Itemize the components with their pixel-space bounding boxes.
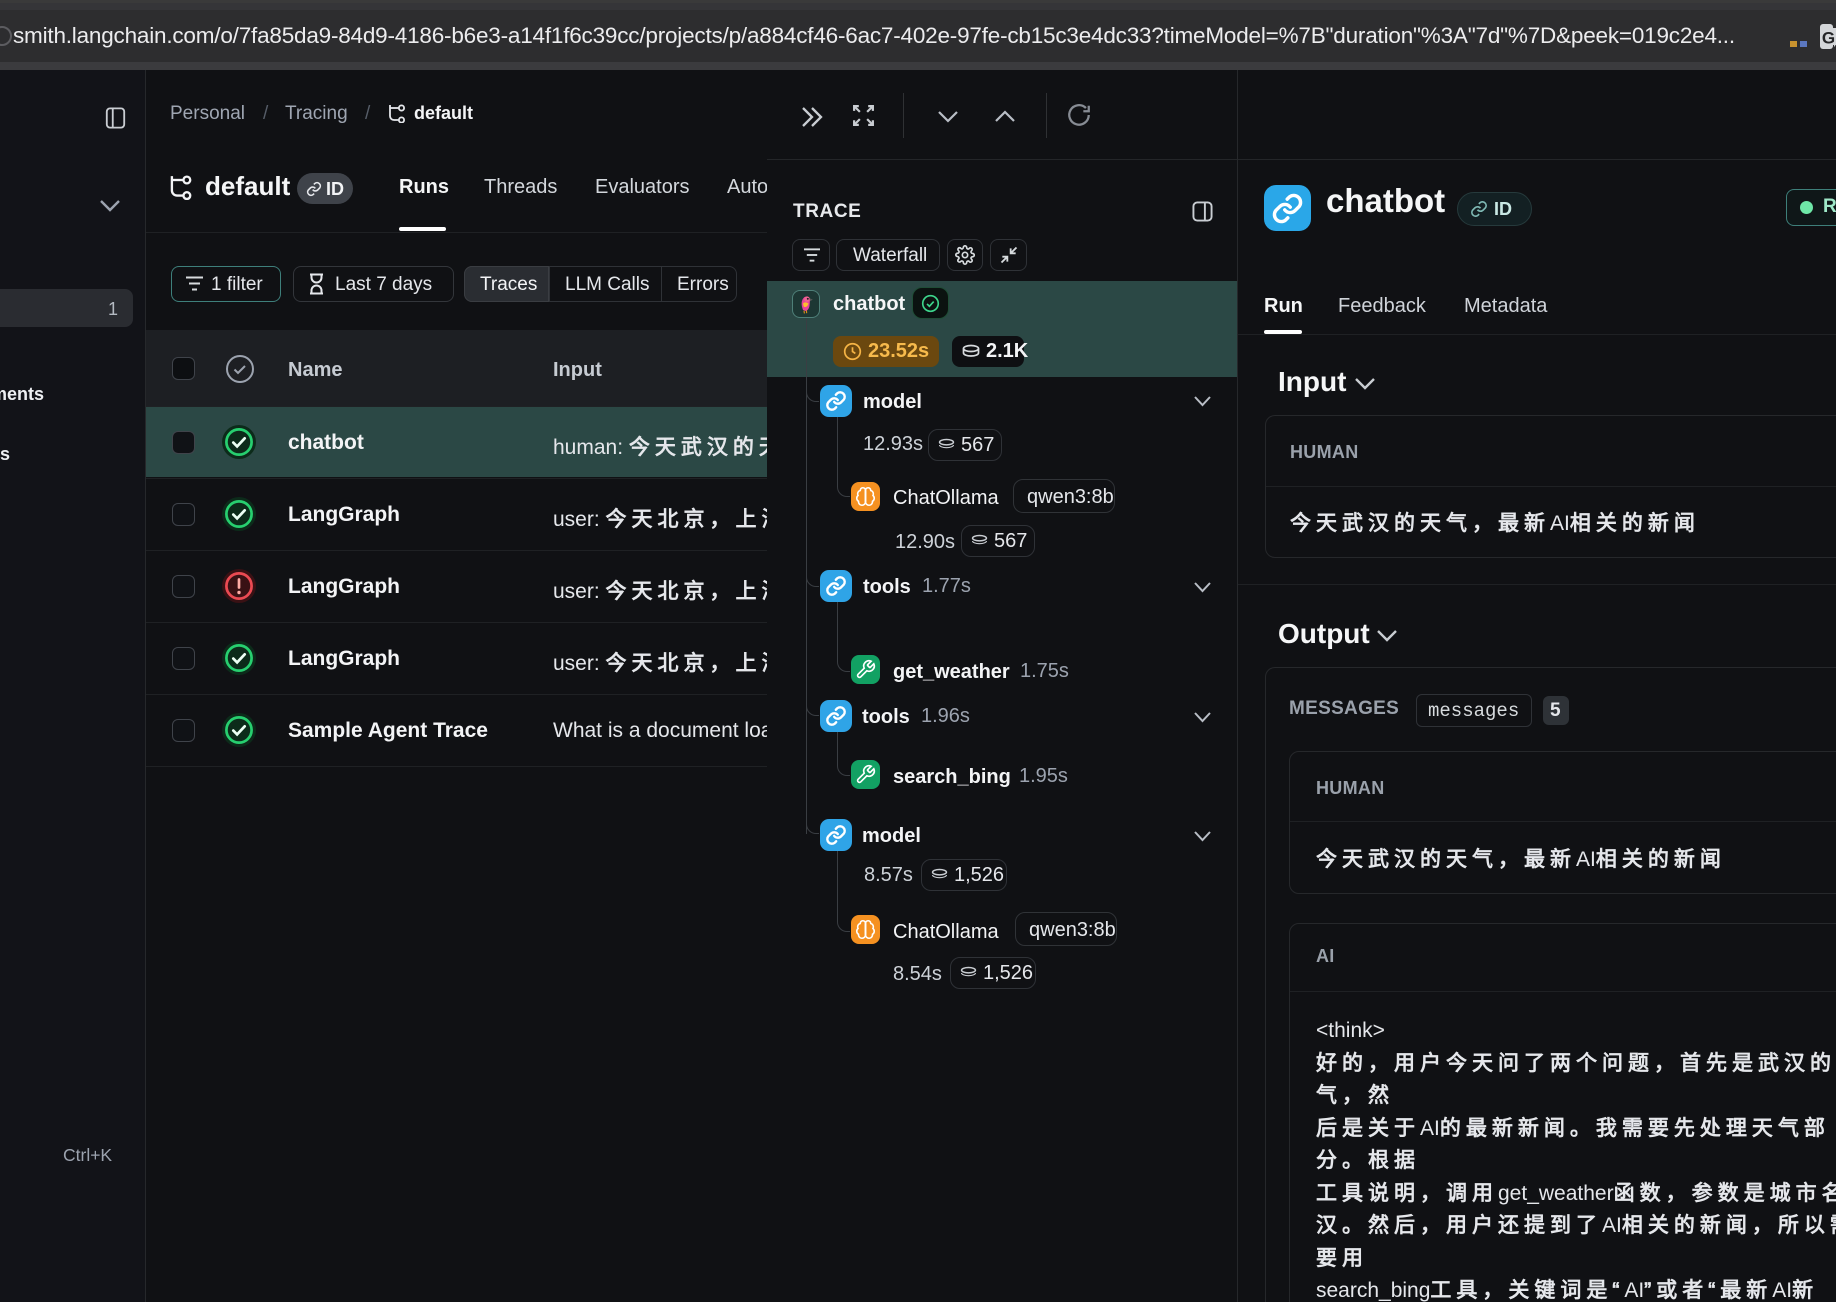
svg-text:G: G [1822, 29, 1835, 48]
